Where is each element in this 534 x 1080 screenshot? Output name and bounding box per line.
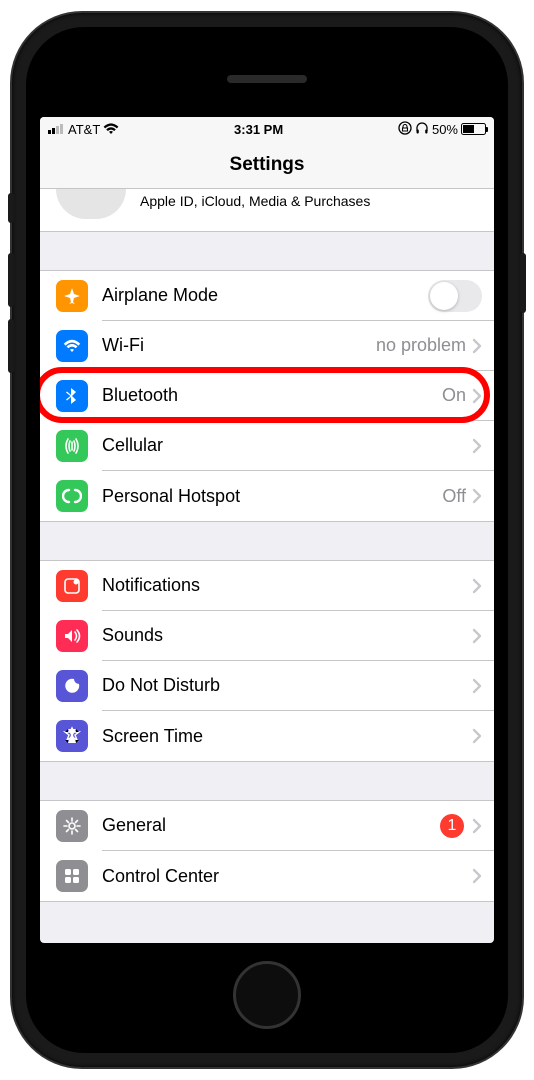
chevron-right-icon	[472, 818, 482, 834]
row-label: Bluetooth	[102, 385, 442, 406]
bluetooth-icon	[56, 380, 88, 412]
wifi-icon	[103, 123, 119, 135]
row-label: Wi-Fi	[102, 335, 376, 356]
page-title: Settings	[230, 154, 305, 176]
avatar	[56, 189, 126, 219]
row-label: Control Center	[102, 866, 472, 887]
hotspot-icon	[56, 480, 88, 512]
volume-up-button	[8, 253, 14, 307]
screen: AT&T 3:31 PM 50%	[40, 117, 494, 943]
chevron-right-icon	[472, 678, 482, 694]
phone-speaker	[227, 75, 307, 83]
settings-row-general[interactable]: General1	[40, 801, 494, 851]
volume-down-button	[8, 319, 14, 373]
row-value: no problem	[376, 335, 466, 356]
settings-group: General1 Control Center	[40, 800, 494, 902]
settings-row-airplane-mode[interactable]: Airplane Mode	[40, 271, 494, 321]
wifi-icon	[56, 330, 88, 362]
status-time: 3:31 PM	[234, 122, 283, 137]
settings-row-cellular[interactable]: Cellular	[40, 421, 494, 471]
chevron-right-icon	[472, 488, 482, 504]
cellular-icon	[56, 430, 88, 462]
settings-row-control-center[interactable]: Control Center	[40, 851, 494, 901]
settings-content[interactable]: Apple ID, iCloud, Media & Purchases Airp…	[40, 189, 494, 943]
screentime-icon	[56, 720, 88, 752]
row-label: Cellular	[102, 435, 472, 456]
settings-row-wi-fi[interactable]: Wi-Fino problem	[40, 321, 494, 371]
chevron-right-icon	[472, 868, 482, 884]
settings-row-do-not-disturb[interactable]: Do Not Disturb	[40, 661, 494, 711]
settings-row-bluetooth[interactable]: BluetoothOn	[40, 371, 494, 421]
signal-icon	[48, 124, 63, 134]
general-icon	[56, 810, 88, 842]
battery-icon	[461, 123, 486, 135]
settings-group: Airplane ModeWi-Fino problemBluetoothOnC…	[40, 270, 494, 522]
phone-frame: AT&T 3:31 PM 50%	[12, 13, 522, 1067]
settings-row-personal-hotspot[interactable]: Personal HotspotOff	[40, 471, 494, 521]
badge: 1	[440, 814, 464, 838]
settings-row-sounds[interactable]: Sounds	[40, 611, 494, 661]
battery-pct-label: 50%	[432, 122, 458, 137]
chevron-right-icon	[472, 338, 482, 354]
row-label: Notifications	[102, 575, 472, 596]
airplane-icon	[56, 280, 88, 312]
mute-switch	[8, 193, 14, 223]
row-label: Do Not Disturb	[102, 675, 472, 696]
settings-row-screen-time[interactable]: Screen Time	[40, 711, 494, 761]
status-bar: AT&T 3:31 PM 50%	[40, 117, 494, 141]
chevron-right-icon	[472, 388, 482, 404]
row-label: Screen Time	[102, 726, 472, 747]
row-label: Airplane Mode	[102, 285, 428, 306]
airplane-mode-toggle[interactable]	[428, 280, 482, 312]
headphones-icon	[415, 121, 429, 138]
settings-group: Notifications Sounds Do Not Disturb Screen …	[40, 560, 494, 762]
row-value: Off	[442, 486, 466, 507]
row-label: General	[102, 815, 440, 836]
home-button[interactable]	[233, 961, 301, 1029]
chevron-right-icon	[472, 628, 482, 644]
notifications-icon	[56, 570, 88, 602]
chevron-right-icon	[472, 728, 482, 744]
battery-level	[463, 125, 474, 133]
sounds-icon	[56, 620, 88, 652]
chevron-right-icon	[472, 578, 482, 594]
row-value: On	[442, 385, 466, 406]
nav-header: Settings	[40, 141, 494, 189]
row-label: Sounds	[102, 625, 472, 646]
apple-id-subtitle: Apple ID, iCloud, Media & Purchases	[140, 193, 370, 209]
settings-row-notifications[interactable]: Notifications	[40, 561, 494, 611]
orientation-lock-icon	[398, 121, 412, 138]
dnd-icon	[56, 670, 88, 702]
row-label: Personal Hotspot	[102, 486, 442, 507]
carrier-label: AT&T	[68, 122, 100, 137]
chevron-right-icon	[472, 438, 482, 454]
apple-id-row[interactable]: Apple ID, iCloud, Media & Purchases	[40, 189, 494, 232]
controlcenter-icon	[56, 860, 88, 892]
power-button	[520, 253, 526, 313]
